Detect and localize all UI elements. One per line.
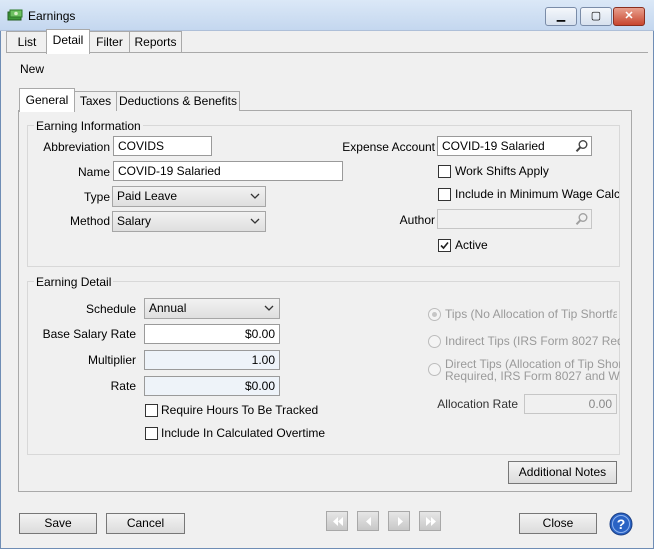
last-icon <box>426 517 436 526</box>
type-value: Paid Leave <box>117 189 178 203</box>
money-icon <box>7 9 23 21</box>
close-window-button[interactable]: ✕ <box>613 7 645 26</box>
method-select[interactable]: Salary <box>112 211 266 232</box>
schedule-value: Annual <box>149 301 187 315</box>
require-hours-checkbox[interactable] <box>145 404 158 417</box>
additional-notes-button[interactable]: Additional Notes <box>508 461 617 484</box>
author-label: Author <box>399 213 435 227</box>
method-value: Salary <box>117 214 152 228</box>
tab-taxes[interactable]: Taxes <box>73 91 118 111</box>
magnifier-icon <box>575 213 588 225</box>
rate-label: Rate <box>110 379 136 393</box>
cancel-button[interactable]: Cancel <box>106 513 185 534</box>
indirect-tips-label: Indirect Tips (IRS Form 8027 Requi <box>445 334 620 348</box>
base-salary-rate-field[interactable]: $0.00 <box>144 324 280 344</box>
include-min-wage-label: Include in Minimum Wage Calcula <box>455 187 619 201</box>
tips-no-allocation-label: Tips (No Allocation of Tip Shortfall <box>445 307 617 321</box>
next-icon <box>398 517 403 526</box>
first-record-button[interactable] <box>326 511 348 531</box>
method-label: Method <box>69 214 110 228</box>
minimize-button[interactable]: ▁ <box>545 7 577 26</box>
base-salary-rate-label: Base Salary Rate <box>42 327 136 341</box>
title-bar[interactable]: Earnings ▁ ▢ ✕ <box>0 0 654 31</box>
window-title: Earnings <box>28 9 76 23</box>
chevron-down-icon <box>250 218 260 224</box>
name-field[interactable]: COVID-19 Salaried <box>113 161 343 181</box>
allocation-rate-label: Allocation Rate <box>437 397 518 411</box>
include-overtime-label: Include In Calculated Overtime <box>161 426 326 440</box>
save-button[interactable]: Save <box>19 513 97 534</box>
abbreviation-label: Abbreviation <box>43 140 110 154</box>
schedule-label: Schedule <box>85 302 136 316</box>
abbreviation-field[interactable]: COVIDS <box>113 136 212 156</box>
close-icon: ✕ <box>624 10 634 22</box>
tab-list[interactable]: List <box>6 31 48 53</box>
tab-filter[interactable]: Filter <box>88 31 131 53</box>
earning-detail-label: Earning Detail <box>34 275 114 289</box>
require-hours-label: Require Hours To Be Tracked <box>161 403 319 417</box>
magnifier-icon[interactable] <box>575 139 589 153</box>
tab-divider <box>6 52 648 53</box>
type-select[interactable]: Paid Leave <box>112 186 266 207</box>
multiplier-field[interactable]: 1.00 <box>144 350 280 370</box>
active-label: Active <box>455 238 488 252</box>
tab-reports[interactable]: Reports <box>129 31 182 53</box>
close-button[interactable]: Close <box>519 513 597 534</box>
previous-icon <box>366 517 371 526</box>
indirect-tips-radio[interactable] <box>428 335 441 348</box>
help-icon[interactable]: ? <box>609 512 633 536</box>
chevron-down-icon <box>264 305 274 311</box>
schedule-select[interactable]: Annual <box>144 298 280 319</box>
checkmark-icon <box>440 241 449 250</box>
tab-deductions-benefits[interactable]: Deductions & Benefits <box>116 91 240 111</box>
expense-account-field[interactable]: COVID-19 Salaried <box>437 136 592 156</box>
include-overtime-checkbox[interactable] <box>145 427 158 440</box>
tab-detail[interactable]: Detail <box>46 29 90 54</box>
last-record-button[interactable] <box>419 511 441 531</box>
work-shifts-apply-checkbox[interactable] <box>438 165 451 178</box>
tab-general[interactable]: General <box>19 88 75 112</box>
rate-field[interactable]: $0.00 <box>144 376 280 396</box>
minimize-icon: ▁ <box>556 10 566 22</box>
allocation-rate-field[interactable]: 0.00 <box>524 394 617 414</box>
expense-account-label: Expense Account <box>342 140 435 154</box>
new-button[interactable]: New <box>20 62 44 76</box>
type-label: Type <box>83 190 110 204</box>
next-record-button[interactable] <box>388 511 410 531</box>
first-icon <box>333 517 343 526</box>
earning-information-label: Earning Information <box>34 119 143 133</box>
tips-no-allocation-radio[interactable] <box>428 308 441 321</box>
direct-tips-radio[interactable] <box>428 363 441 376</box>
maximize-button[interactable]: ▢ <box>580 7 612 26</box>
chevron-down-icon <box>250 193 260 199</box>
include-min-wage-checkbox[interactable] <box>438 188 451 201</box>
maximize-icon: ▢ <box>590 10 602 22</box>
work-shifts-apply-label: Work Shifts Apply <box>455 164 549 178</box>
previous-record-button[interactable] <box>357 511 379 531</box>
direct-tips-label-line2: Required, IRS Form 8027 and W-2 I <box>445 369 620 383</box>
svg-text:?: ? <box>617 516 626 532</box>
name-label: Name <box>77 165 110 179</box>
author-field[interactable] <box>437 209 592 229</box>
active-checkbox[interactable] <box>438 239 451 252</box>
multiplier-label: Multiplier <box>87 353 136 367</box>
